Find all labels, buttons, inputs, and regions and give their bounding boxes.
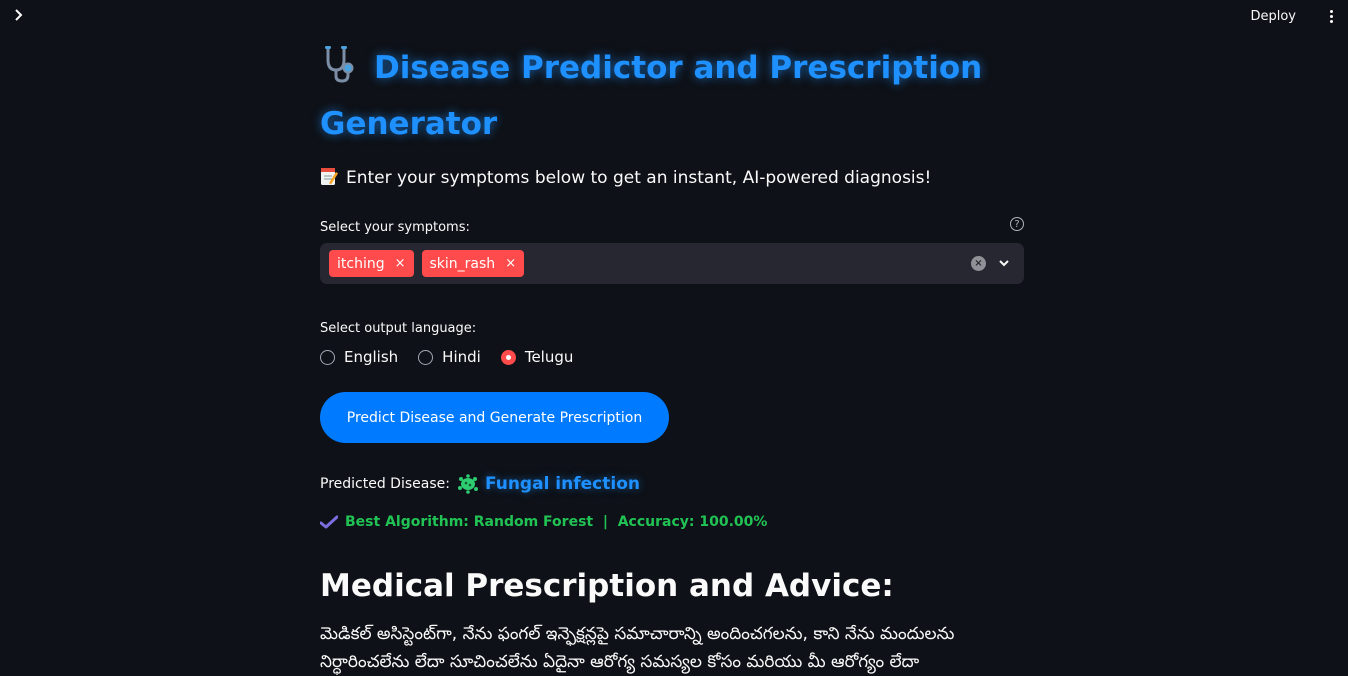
clear-all-icon[interactable]: × <box>971 256 986 271</box>
algorithm-row: Best Algorithm: Random Forest | Accuracy… <box>320 514 1024 530</box>
symptoms-label: Select your symptoms: <box>320 220 470 235</box>
radio-circle[interactable] <box>418 349 434 365</box>
radio-telugu[interactable]: Telugu <box>500 348 574 366</box>
title-text: Disease Predictor and Prescription Gener… <box>320 50 983 142</box>
germ-icon <box>457 474 478 494</box>
symptoms-label-row: Select your symptoms: ? <box>320 216 1024 237</box>
top-toolbar: Deploy <box>0 0 1348 36</box>
predict-button[interactable]: Predict Disease and Generate Prescriptio… <box>320 392 669 443</box>
chevron-down-icon[interactable] <box>998 257 1010 269</box>
remove-chip-icon[interactable]: × <box>395 256 406 271</box>
symptom-chip: itching × <box>329 250 414 277</box>
help-icon[interactable]: ? <box>1010 217 1024 231</box>
predicted-label: Predicted Disease: <box>320 476 450 492</box>
check-mark-icon <box>320 515 338 529</box>
radio-circle-selected[interactable] <box>500 349 516 365</box>
remove-chip-icon[interactable]: × <box>505 256 516 271</box>
prediction-row: Predicted Disease: Fungal infection <box>320 474 1024 494</box>
kebab-menu-icon[interactable] <box>1324 8 1338 28</box>
symptom-chip-label: itching <box>337 255 385 272</box>
radio-label: Hindi <box>442 348 481 366</box>
symptom-chip-label: skin_rash <box>429 255 496 272</box>
language-label: Select output language: <box>320 321 477 336</box>
prescription-body: మెడికల్ అసిస్టెంట్‌గా, నేను ఫంగల్ ఇన్ఫెక… <box>320 624 955 672</box>
symptom-chip: skin_rash × <box>421 250 525 277</box>
subtitle-text: Enter your symptoms below to get an inst… <box>346 168 932 188</box>
main-content: Disease Predictor and Prescription Gener… <box>320 40 1024 676</box>
subtitle: Enter your symptoms below to get an inst… <box>320 166 1024 190</box>
memo-icon <box>321 168 338 185</box>
algorithm-text: Best Algorithm: Random Forest | Accuracy… <box>345 514 768 530</box>
prescription-heading: Medical Prescription and Advice: <box>320 568 894 604</box>
predicted-disease: Fungal infection <box>484 474 640 494</box>
radio-hindi[interactable]: Hindi <box>418 348 481 366</box>
radio-circle[interactable] <box>320 349 335 365</box>
radio-label: English <box>344 348 399 366</box>
stethoscope-icon <box>325 46 354 83</box>
chevron-right-icon[interactable] <box>10 8 28 26</box>
radio-english[interactable]: English <box>320 348 398 366</box>
deploy-button[interactable]: Deploy <box>1250 9 1296 24</box>
page-title: Disease Predictor and Prescription Gener… <box>320 40 1024 152</box>
radio-label: Telugu <box>524 348 574 366</box>
symptoms-multiselect[interactable]: itching × skin_rash × × <box>320 243 1024 284</box>
language-radio-group: English Hindi Telugu <box>320 348 1024 366</box>
